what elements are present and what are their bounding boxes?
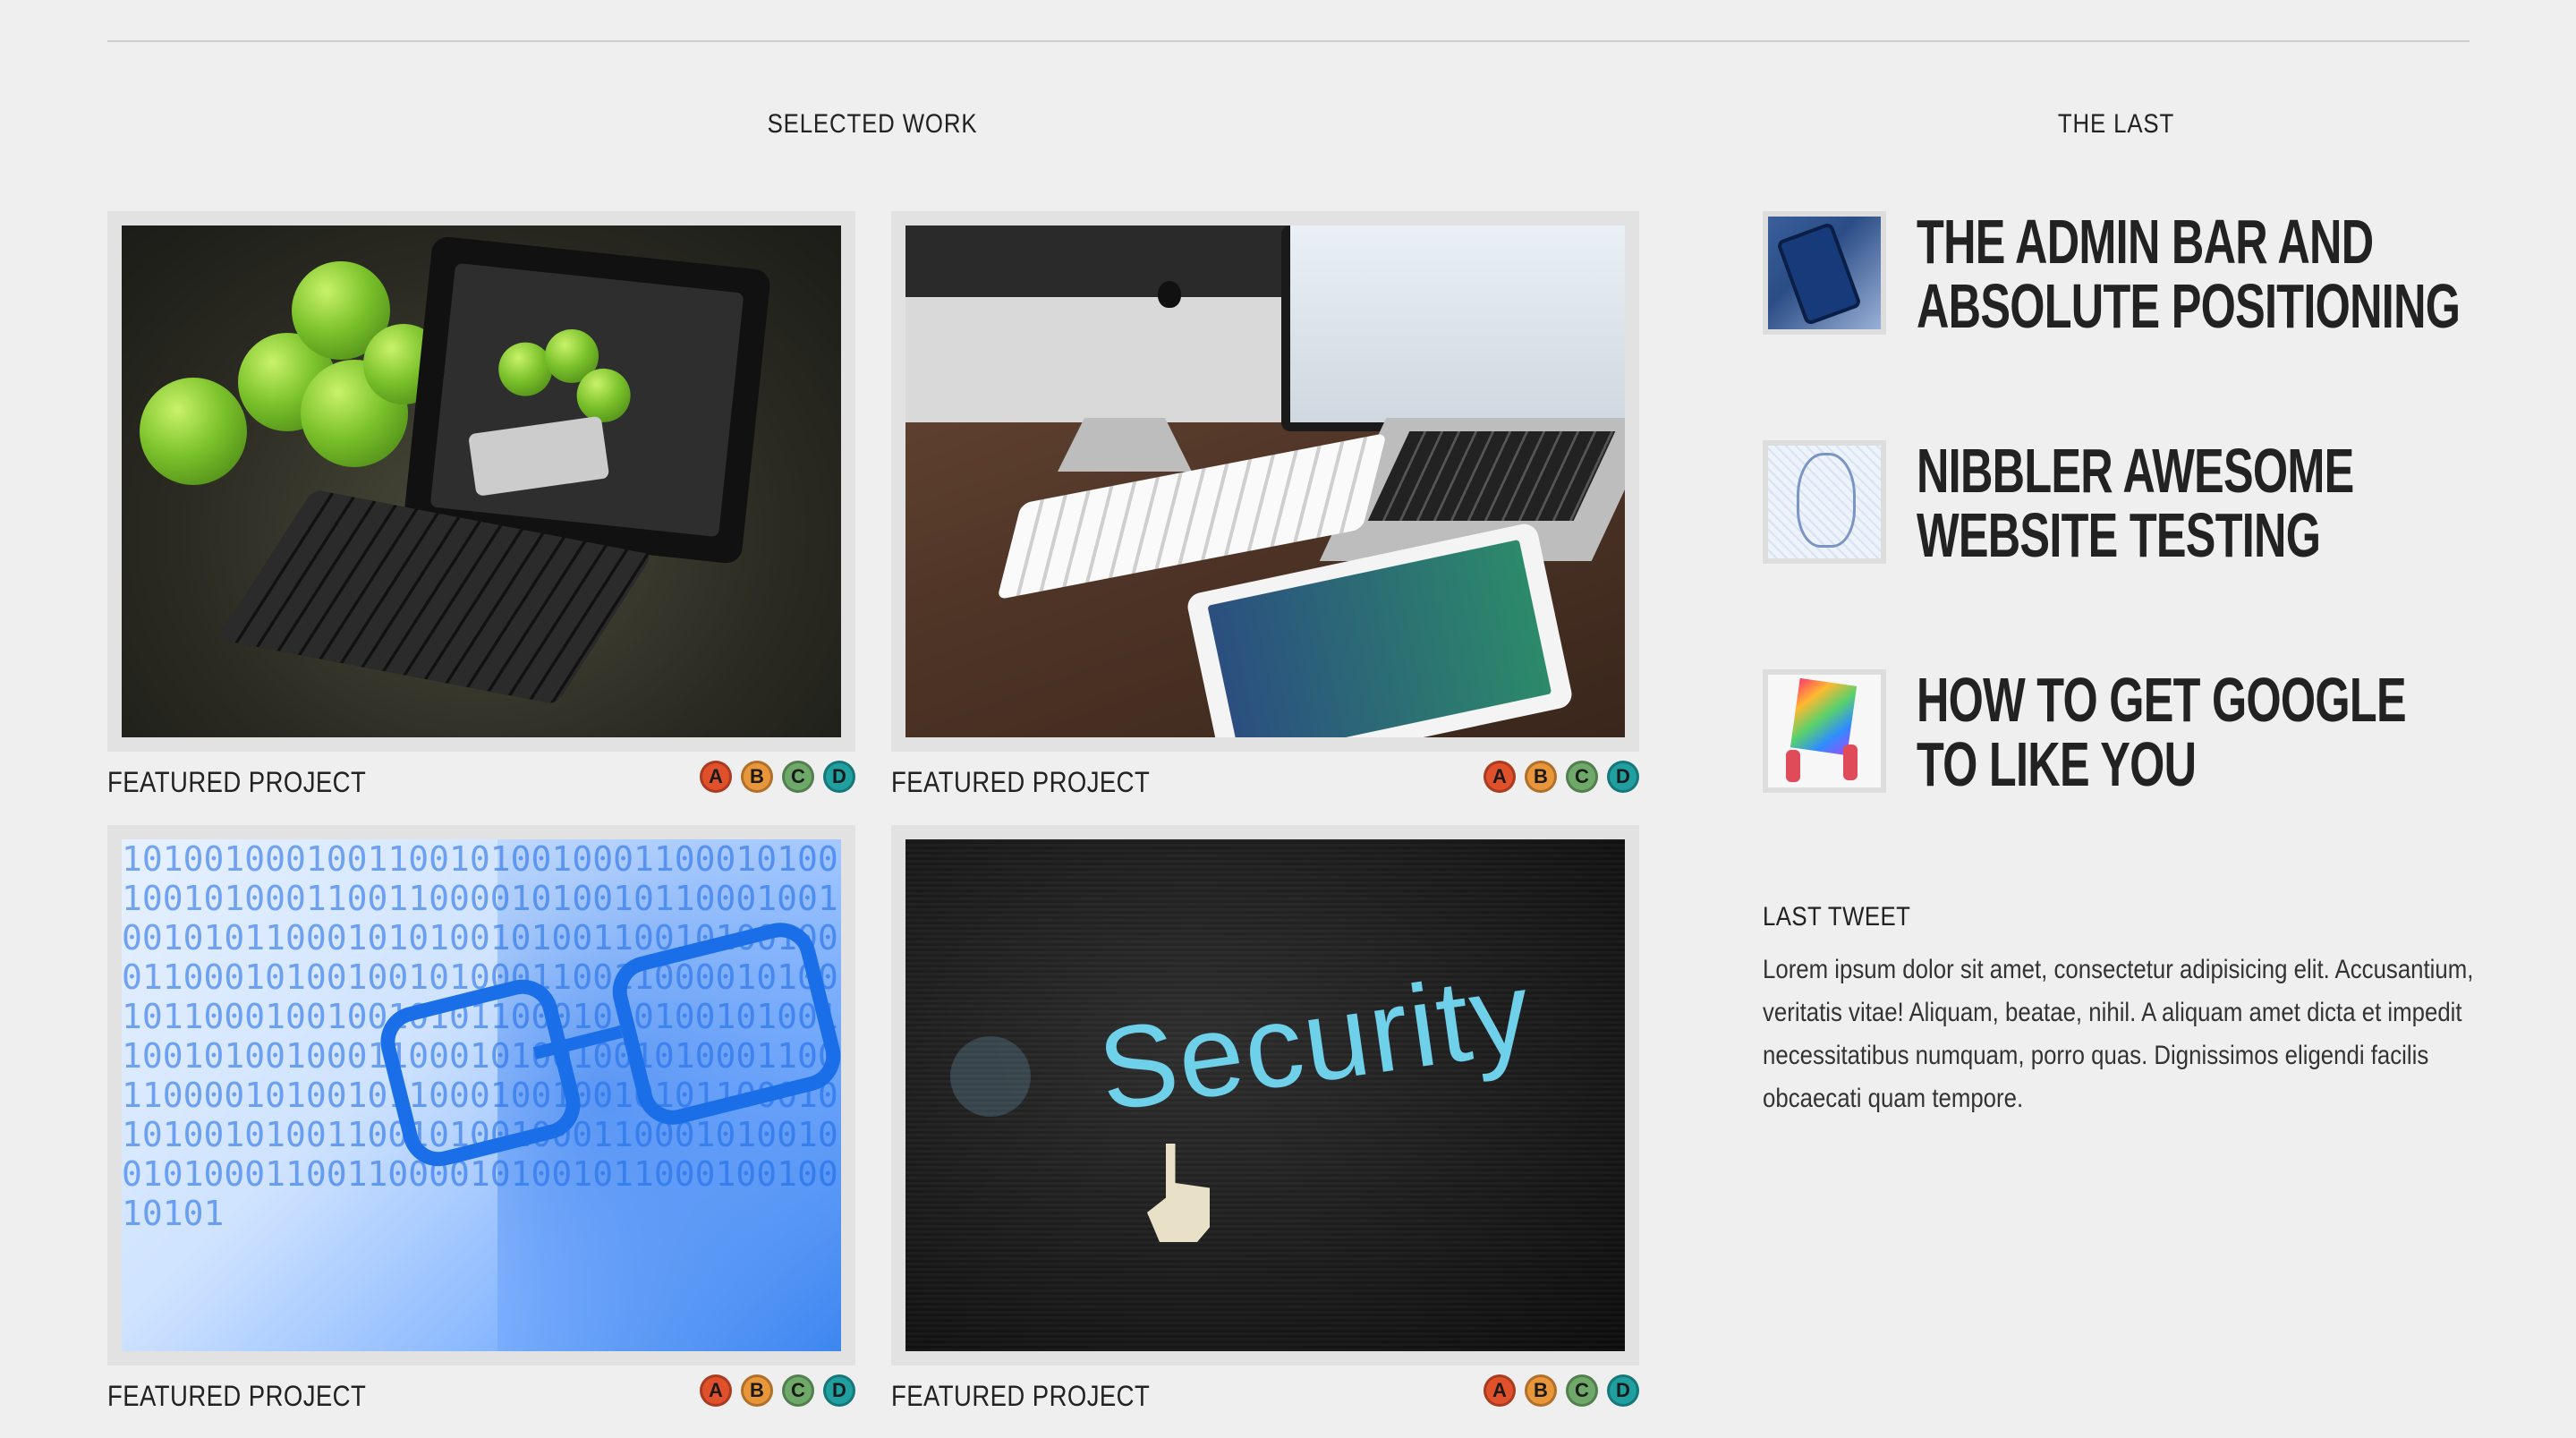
badge-b[interactable]: B — [741, 1374, 773, 1407]
badge-a[interactable]: A — [1484, 761, 1516, 793]
project-image-desk[interactable] — [905, 225, 1625, 737]
badge-group: A B C D — [700, 761, 855, 793]
badge-b[interactable]: B — [1525, 1374, 1557, 1407]
project-card[interactable]: FEATURED PROJECT A B C D — [891, 211, 1639, 802]
badge-c[interactable]: C — [1566, 1374, 1598, 1407]
top-divider — [107, 40, 2470, 42]
badge-d[interactable]: D — [823, 761, 855, 793]
badge-c[interactable]: C — [782, 761, 814, 793]
project-label[interactable]: FEATURED PROJECT — [891, 1380, 1150, 1413]
post-title[interactable]: THE ADMIN BAR AND ABSOLUTE POSITIONING — [1917, 209, 2470, 338]
badge-b[interactable]: B — [741, 761, 773, 793]
post-title[interactable]: HOW TO GET GOOGLE TO LIKE YOU — [1917, 668, 2470, 796]
badge-d[interactable]: D — [1607, 1374, 1639, 1407]
badge-b[interactable]: B — [1525, 761, 1557, 793]
project-card[interactable]: 1010010001001100101001000110001010010010… — [107, 825, 855, 1416]
project-image-frame[interactable] — [107, 211, 855, 752]
project-image-tablet-apples[interactable] — [122, 225, 841, 737]
badge-group: A B C D — [1484, 1374, 1639, 1407]
badge-a[interactable]: A — [1484, 1374, 1516, 1407]
project-image-frame[interactable]: Security — [891, 825, 1639, 1366]
the-last-heading: THE LAST — [2057, 109, 2175, 139]
last-tweet-heading: LAST TWEET — [1763, 902, 1911, 932]
project-label[interactable]: FEATURED PROJECT — [891, 766, 1150, 799]
badge-d[interactable]: D — [1607, 761, 1639, 793]
recent-post[interactable]: NIBBLER AWESOME WEBSITE TESTING — [1763, 438, 2478, 574]
badge-a[interactable]: A — [700, 1374, 732, 1407]
badge-a[interactable]: A — [700, 761, 732, 793]
project-label[interactable]: FEATURED PROJECT — [107, 766, 366, 799]
selected-work-heading: SELECTED WORK — [767, 109, 978, 139]
project-image-frame[interactable] — [891, 211, 1639, 752]
recent-post[interactable]: THE ADMIN BAR AND ABSOLUTE POSITIONING — [1763, 209, 2478, 345]
badge-c[interactable]: C — [1566, 761, 1598, 793]
project-label[interactable]: FEATURED PROJECT — [107, 1380, 366, 1413]
badge-group: A B C D — [1484, 761, 1639, 793]
badge-group: A B C D — [700, 1374, 855, 1407]
project-card[interactable]: FEATURED PROJECT A B C D — [107, 211, 855, 802]
post-thumbnail[interactable] — [1763, 440, 1886, 564]
post-title[interactable]: NIBBLER AWESOME WEBSITE TESTING — [1917, 438, 2470, 567]
badge-c[interactable]: C — [782, 1374, 814, 1407]
post-thumbnail[interactable] — [1763, 211, 1886, 335]
last-tweet-body: Lorem ipsum dolor sit amet, consectetur … — [1763, 955, 2474, 1113]
project-image-frame[interactable]: 1010010001001100101001000110001010010010… — [107, 825, 855, 1366]
recent-post[interactable]: HOW TO GET GOOGLE TO LIKE YOU — [1763, 668, 2478, 804]
project-image-binary-glasses[interactable]: 1010010001001100101001000110001010010010… — [122, 839, 841, 1351]
project-card[interactable]: Security FEATURED PROJECT A B C D — [891, 825, 1639, 1416]
post-thumbnail[interactable] — [1763, 669, 1886, 793]
badge-d[interactable]: D — [823, 1374, 855, 1407]
project-image-security[interactable]: Security — [905, 839, 1625, 1351]
